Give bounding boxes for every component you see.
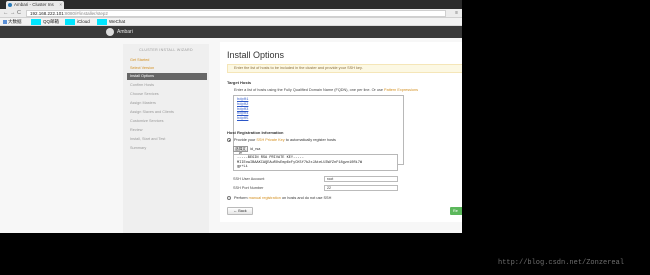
- target-hosts-heading: Target Hosts: [227, 80, 252, 85]
- manual-registration-radio[interactable]: [227, 196, 231, 200]
- ssh-key-option-label: Provide your SSH Private Key to automati…: [234, 138, 336, 142]
- back-button[interactable]: ← Back: [227, 207, 253, 215]
- register-confirm-button[interactable]: Re: [450, 207, 462, 215]
- watermark: http://blog.csdn.net/Zonzereal: [498, 259, 625, 267]
- chosen-file-name: id_rsa: [250, 147, 261, 151]
- bookmark-color-block: [97, 19, 107, 25]
- step-summary: Summary: [130, 146, 147, 150]
- ssh-user-label: SSH User Account: [233, 177, 265, 181]
- address-bar: ← → C 192.168.222.101:8080/#/installer/s…: [0, 9, 462, 18]
- step-confirm-hosts: Confirm Hosts: [130, 83, 155, 87]
- forward-nav-icon[interactable]: →: [10, 10, 16, 17]
- tab-strip: Ambari - Cluster Ins ×: [0, 0, 462, 9]
- bookmark-bigdata[interactable]: 大数据: [3, 19, 22, 25]
- screenshot: Ambari - Cluster Ins × ← → C 192.168.222…: [0, 0, 650, 275]
- tab-title: Ambari - Cluster Ins: [14, 2, 54, 7]
- manual-option-label: Perform manual registration on hosts and…: [234, 196, 332, 200]
- url-host: 192.168.222.101: [30, 11, 64, 16]
- ssh-key-textarea[interactable]: -----BEGIN RSA PRIVATE KEY----- MIIEowIB…: [233, 154, 398, 171]
- wizard-sidebar: CLUSTER INSTALL WIZARD Get Started Selec…: [123, 44, 209, 233]
- step-select-version[interactable]: Select Version: [127, 65, 207, 72]
- step-install-options[interactable]: Install Options: [127, 73, 207, 80]
- host-entry: hdp05: [237, 117, 249, 122]
- info-banner: Enter the list of hosts to be included i…: [227, 64, 462, 73]
- ambari-header: Ambari: [0, 26, 462, 38]
- url-field[interactable]: 192.168.222.101:8080/#/installer/step2: [26, 10, 446, 17]
- bookmark-icloud[interactable]: iCloud: [65, 19, 90, 25]
- bookmark-color-block: [31, 19, 41, 25]
- bookmark-color-block: [65, 19, 75, 25]
- ambari-favicon-icon: [8, 3, 12, 7]
- step-review: Review: [130, 128, 143, 132]
- ssh-private-key-link[interactable]: SSH Private Key: [256, 138, 284, 142]
- reload-icon[interactable]: C: [17, 10, 21, 17]
- app-name[interactable]: Ambari: [117, 26, 133, 38]
- bookmark-qqmail[interactable]: QQ邮箱: [31, 19, 59, 25]
- browser-window: Ambari - Cluster Ins × ← → C 192.168.222…: [0, 0, 462, 233]
- url-path: :8080/#/installer/step2: [63, 11, 108, 16]
- manual-registration-link[interactable]: manual registration: [249, 196, 281, 200]
- target-hosts-description: Enter a list of hosts using the Fully Qu…: [234, 88, 419, 92]
- ambari-logo-icon[interactable]: [106, 28, 114, 36]
- browser-tab[interactable]: Ambari - Cluster Ins ×: [6, 1, 64, 9]
- ssh-port-label: SSH Port Number: [233, 186, 264, 190]
- step-get-started[interactable]: Get Started: [127, 57, 207, 64]
- wizard-title: CLUSTER INSTALL WIZARD: [139, 48, 193, 52]
- step-customize-services: Customize Services: [130, 119, 164, 123]
- browser-menu-icon[interactable]: ≡: [455, 10, 458, 17]
- choose-file-button[interactable]: 选择文件: [233, 146, 248, 156]
- key-line: gp+Li: [237, 165, 248, 169]
- pattern-expressions-link[interactable]: Pattern Expressions: [384, 88, 418, 92]
- ssh-user-input[interactable]: root: [324, 176, 398, 182]
- bookmarks-bar: 大数据 QQ邮箱 iCloud WeChat: [0, 18, 462, 26]
- folder-icon: [3, 19, 7, 24]
- bookmark-wechat[interactable]: WeChat: [97, 19, 125, 25]
- main-panel: Install Options Enter the list of hosts …: [220, 42, 462, 222]
- step-assign-masters: Assign Masters: [130, 101, 156, 105]
- step-install-start-test: Install, Start and Test: [130, 137, 166, 141]
- step-assign-slaves: Assign Slaves and Clients: [130, 110, 174, 114]
- ssh-key-radio[interactable]: [227, 138, 231, 142]
- page-title: Install Options: [227, 50, 285, 60]
- close-tab-icon[interactable]: ×: [59, 1, 62, 9]
- registration-heading: Host Registration Information: [227, 130, 284, 135]
- ssh-port-input[interactable]: 22: [324, 185, 398, 191]
- step-choose-services: Choose Services: [130, 92, 159, 96]
- back-nav-icon[interactable]: ←: [3, 10, 9, 17]
